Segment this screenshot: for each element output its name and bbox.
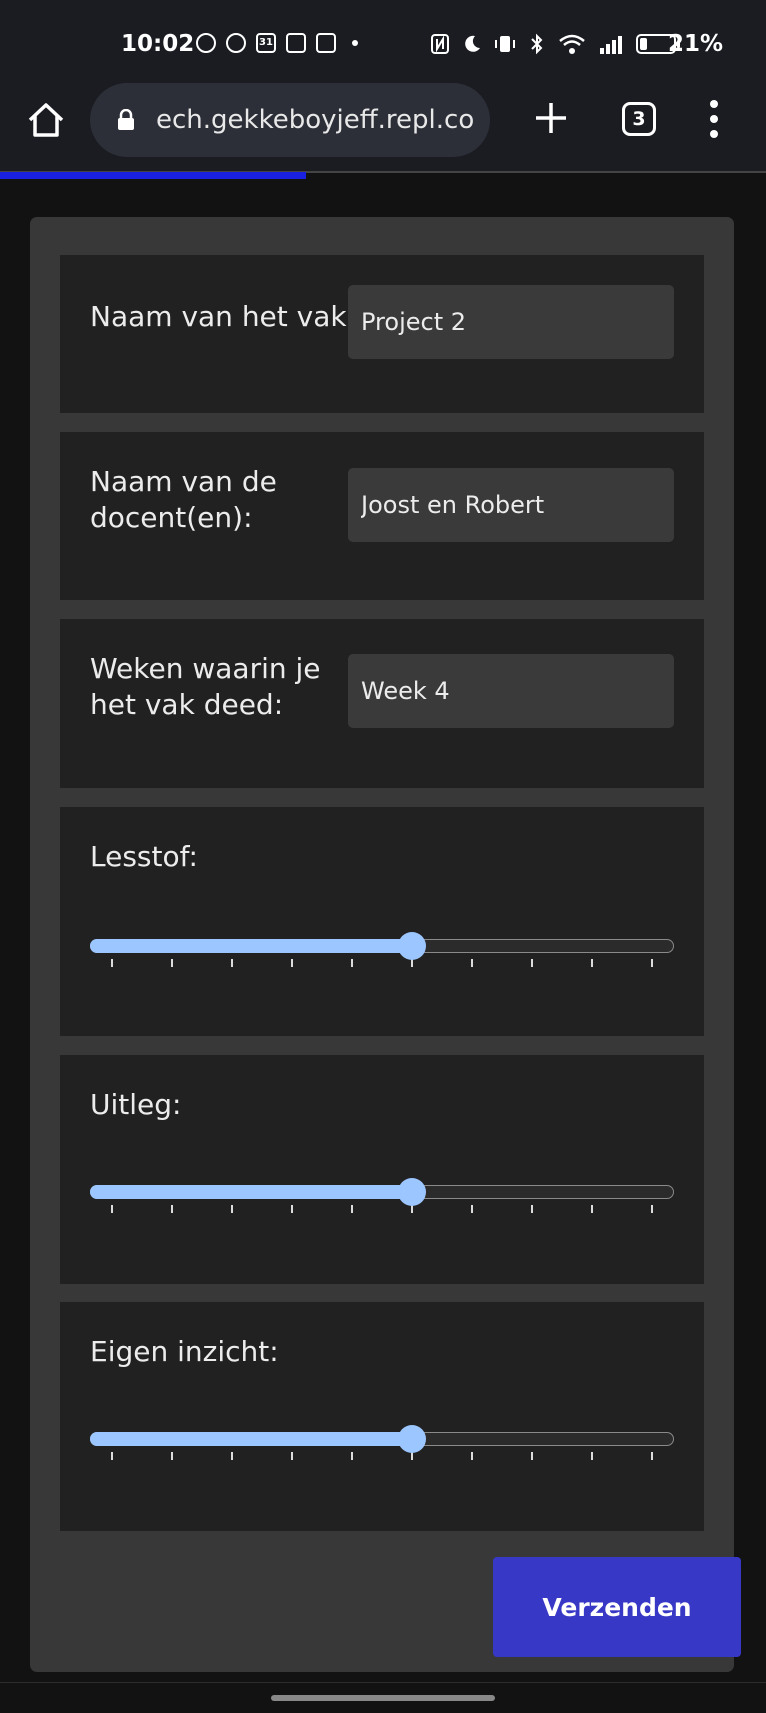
slider-ticks [90, 1452, 674, 1460]
slider-tick [591, 1452, 593, 1460]
home-icon[interactable] [24, 98, 68, 142]
slider-tick [531, 1452, 533, 1460]
vibrate-icon [495, 36, 515, 52]
lesstof-slider[interactable] [90, 917, 674, 977]
weeks-input[interactable] [348, 654, 674, 728]
moon-icon [465, 35, 480, 52]
calendar-icon: 31 [256, 33, 276, 53]
field-eigen-inzicht: Eigen inzicht: [60, 1302, 704, 1531]
lesstof-label: Lesstof: [90, 840, 198, 873]
slider-tick [231, 1205, 233, 1213]
slider-tick [291, 1452, 293, 1460]
slider-tick [651, 959, 653, 967]
eigen-inzicht-label: Eigen inzicht: [90, 1335, 279, 1368]
slider-tick [111, 1205, 113, 1213]
field-lesstof: Lesstof: [60, 807, 704, 1036]
subject-label: Naam van het vak: [90, 300, 357, 333]
status-bar: 10:02 31 21% [0, 0, 766, 80]
gesture-nav-bar [0, 1682, 766, 1713]
overflow-menu-icon[interactable] [706, 100, 722, 140]
teacher-input[interactable] [348, 468, 674, 542]
slider-thumb[interactable] [398, 1178, 426, 1206]
slider-tick [651, 1452, 653, 1460]
teams-icon [316, 33, 336, 53]
address-bar[interactable]: ech.gekkeboyjeff.repl.co [90, 83, 490, 157]
slider-tick [591, 1205, 593, 1213]
field-uitleg: Uitleg: [60, 1055, 704, 1284]
slider-fill [90, 939, 412, 953]
slider-thumb[interactable] [398, 1425, 426, 1453]
slider-tick [651, 1205, 653, 1213]
subject-input[interactable] [348, 285, 674, 359]
field-teacher: Naam van de docent(en): [60, 432, 704, 600]
slider-tick [411, 959, 413, 967]
snapchat-icon [226, 33, 246, 53]
slider-tick [291, 1205, 293, 1213]
slider-ticks [90, 959, 674, 967]
new-tab-icon[interactable] [531, 98, 571, 138]
browser-toolbar: ech.gekkeboyjeff.repl.co 3 [0, 80, 766, 173]
slider-tick [291, 959, 293, 967]
system-icons [430, 33, 680, 55]
signal-icon [600, 36, 622, 54]
eigen-inzicht-slider[interactable] [90, 1410, 674, 1470]
notification-icons: 31 [196, 33, 358, 53]
home-gesture-handle[interactable] [271, 1695, 495, 1701]
uitleg-label: Uitleg: [90, 1088, 182, 1121]
slider-tick [411, 1205, 413, 1213]
dot-icon [352, 40, 358, 46]
slider-tick [531, 1205, 533, 1213]
status-time: 10:02 [121, 31, 195, 57]
url-text[interactable]: ech.gekkeboyjeff.repl.co [156, 105, 481, 135]
wifi-icon [559, 34, 585, 54]
slider-tick [591, 959, 593, 967]
slider-tick [351, 1205, 353, 1213]
fm-icon [286, 33, 306, 53]
weeks-label: Weken waarin je het vak deed: [90, 652, 321, 721]
slider-tick [111, 959, 113, 967]
page-load-progress [0, 172, 307, 179]
tab-switcher-button[interactable]: 3 [622, 102, 656, 136]
slider-tick [351, 959, 353, 967]
bluetooth-icon [531, 33, 543, 55]
slider-tick [471, 1452, 473, 1460]
slider-tick [171, 1452, 173, 1460]
field-weeks: Weken waarin je het vak deed: [60, 619, 704, 788]
slider-tick [471, 959, 473, 967]
slider-thumb[interactable] [398, 932, 426, 960]
evaluation-form: Naam van het vak: Naam van de docent(en)… [30, 217, 734, 1672]
uitleg-slider[interactable] [90, 1163, 674, 1223]
slider-fill [90, 1185, 412, 1199]
battery-percent: 21% [668, 31, 724, 57]
field-subject: Naam van het vak: [60, 255, 704, 413]
slider-tick [111, 1452, 113, 1460]
lock-icon [118, 109, 134, 130]
teacher-label: Naam van de docent(en): [90, 465, 277, 534]
slider-tick [171, 1205, 173, 1213]
slider-tick [531, 959, 533, 967]
page-content: Naam van het vak: Naam van de docent(en)… [0, 180, 766, 1682]
submit-button[interactable]: Verzenden [493, 1557, 741, 1657]
nfc-icon [431, 34, 449, 54]
whatsapp-icon [196, 33, 216, 53]
slider-ticks [90, 1205, 674, 1213]
slider-tick [471, 1205, 473, 1213]
slider-tick [171, 959, 173, 967]
slider-tick [231, 1452, 233, 1460]
slider-tick [231, 959, 233, 967]
slider-fill [90, 1432, 412, 1446]
slider-tick [351, 1452, 353, 1460]
slider-tick [411, 1452, 413, 1460]
